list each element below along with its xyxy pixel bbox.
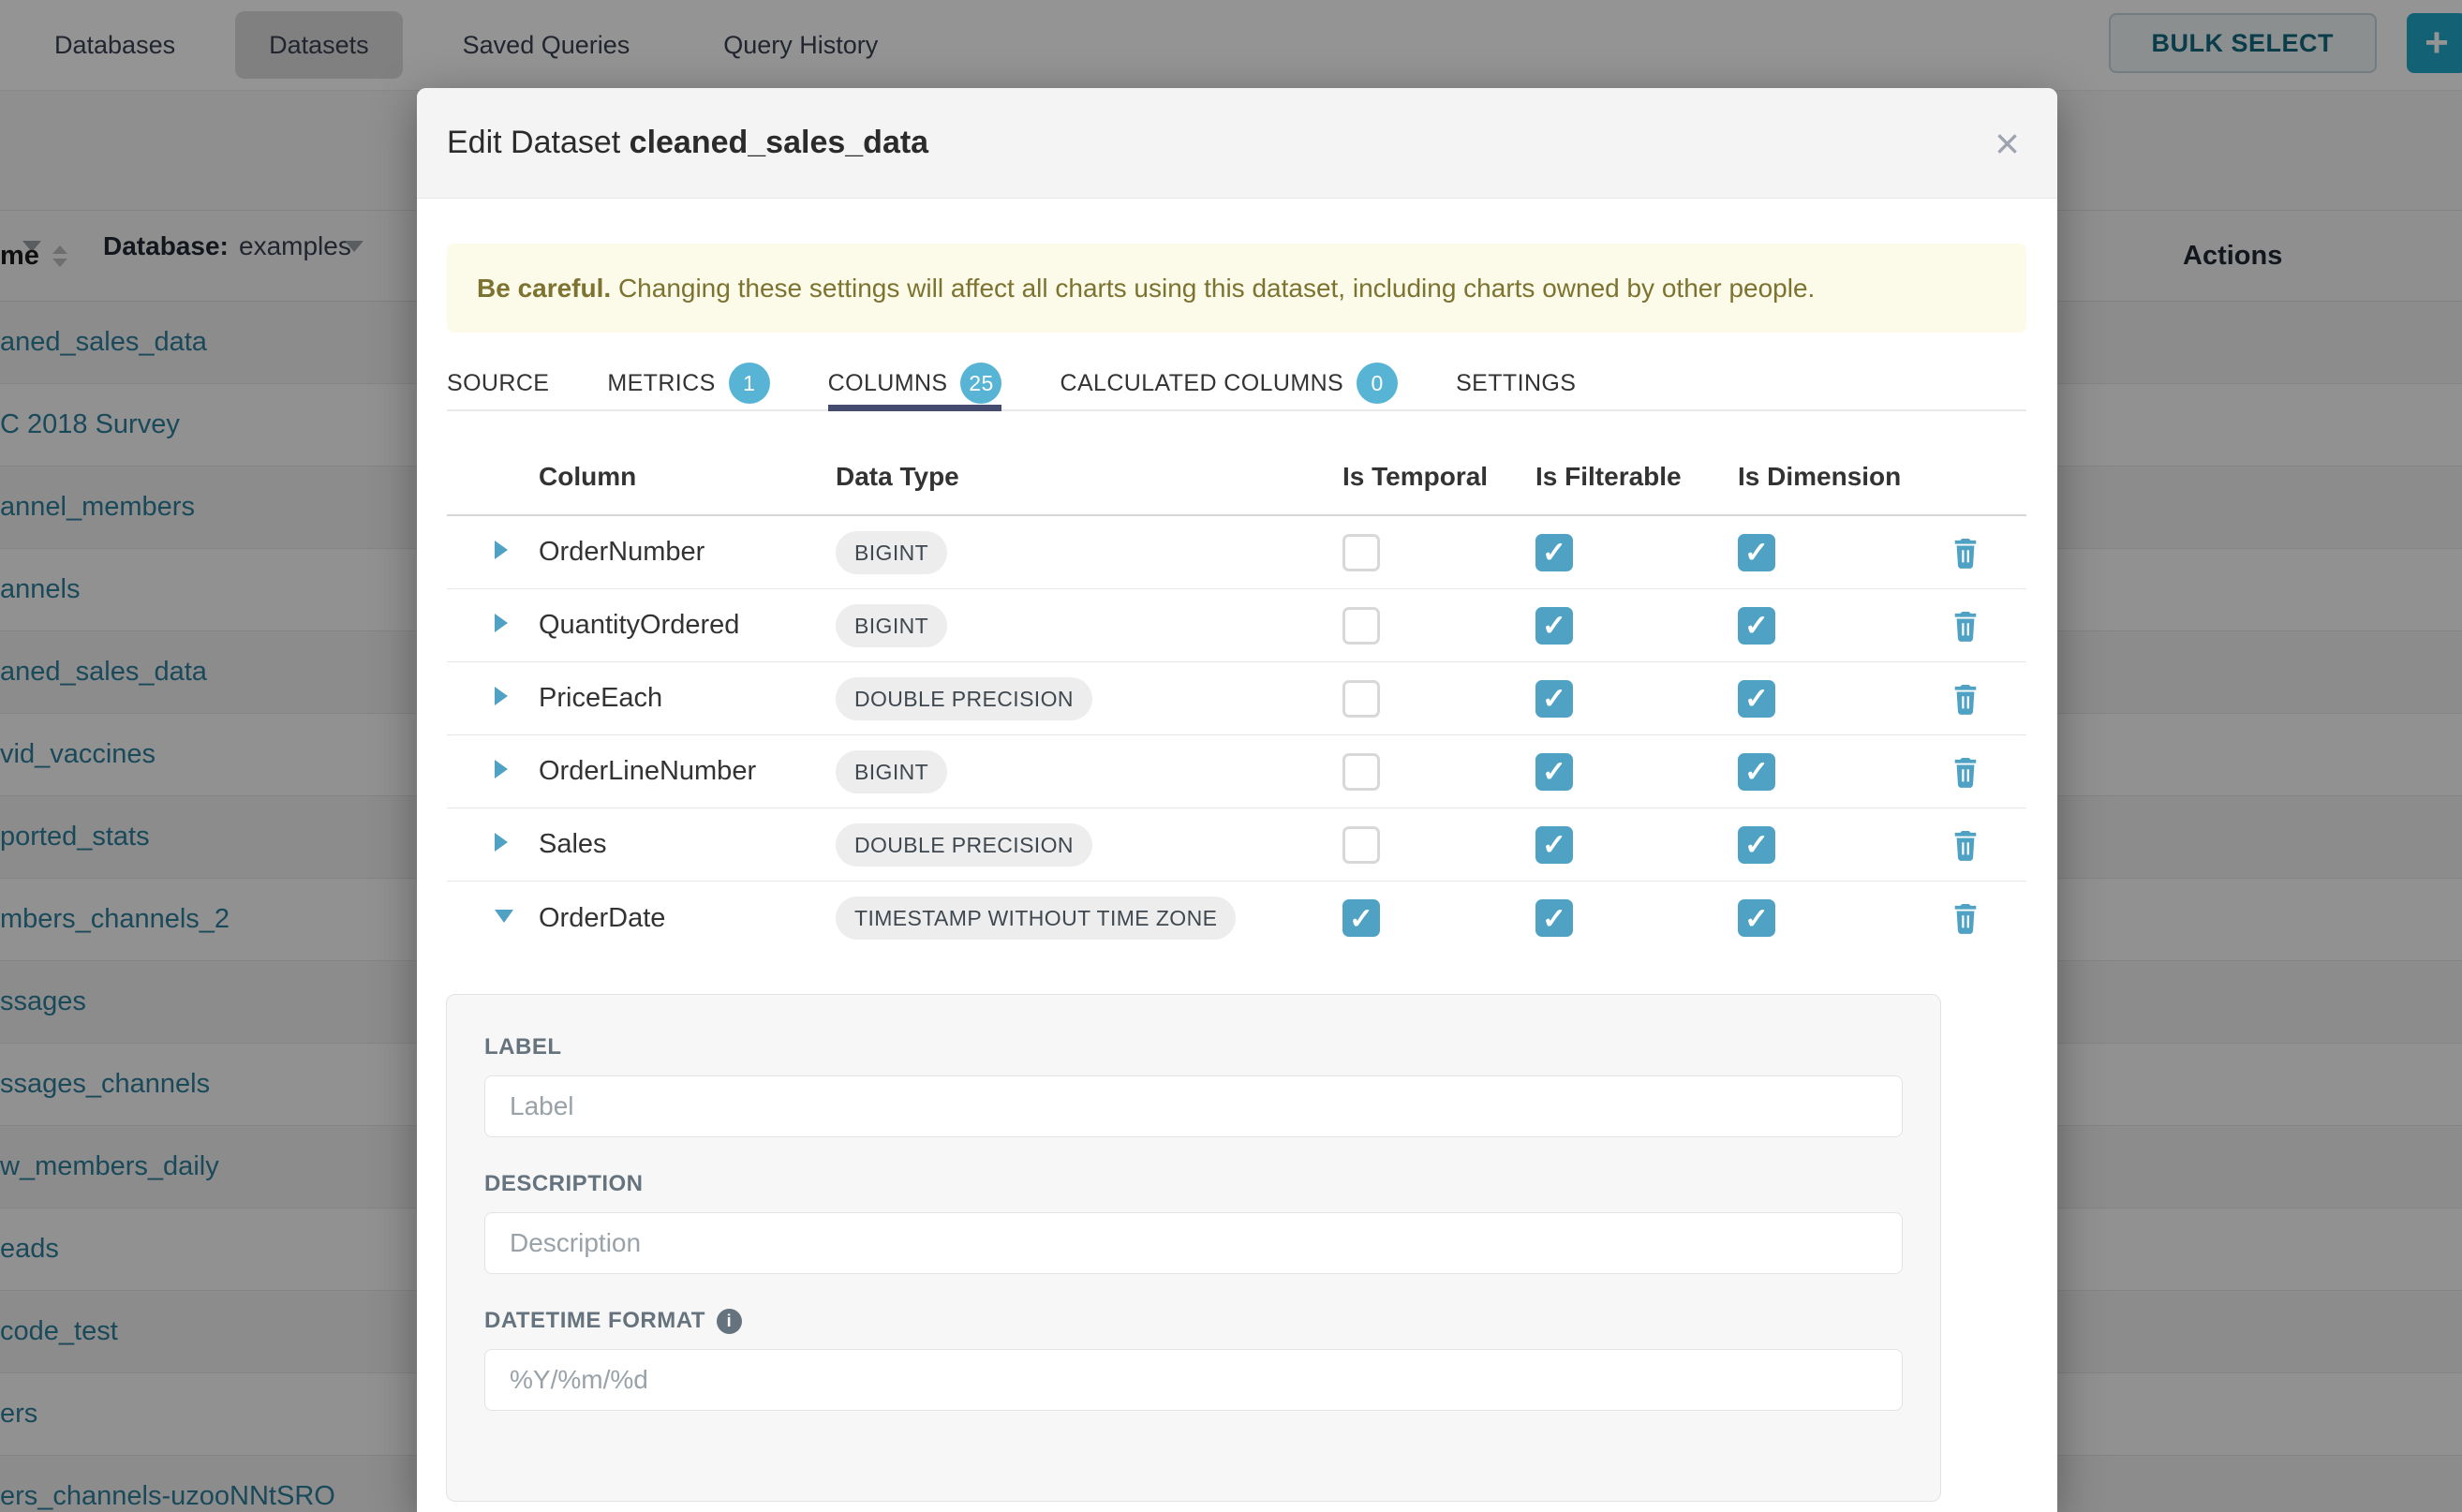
is-filterable-checkbox[interactable] (1535, 607, 1573, 645)
column-name: OrderDate (539, 903, 836, 934)
is-filterable-checkbox[interactable] (1535, 534, 1573, 571)
column-name: PriceEach (539, 683, 836, 714)
is-filterable-checkbox[interactable] (1535, 826, 1573, 864)
expand-caret-icon[interactable] (495, 541, 508, 559)
header-column: Column (539, 462, 836, 492)
data-type-pill: BIGINT (836, 750, 947, 793)
tab-columns[interactable]: COLUMNS25 (828, 357, 1002, 409)
column-name: OrderNumber (539, 537, 836, 568)
description-field-label: DESCRIPTION (484, 1171, 1903, 1197)
data-type-pill: DOUBLE PRECISION (836, 677, 1092, 720)
trash-icon[interactable] (1951, 609, 2026, 643)
data-type-pill: TIMESTAMP WITHOUT TIME ZONE (836, 897, 1236, 940)
info-icon[interactable]: i (717, 1309, 742, 1334)
tab-metrics[interactable]: METRICS1 (607, 357, 769, 409)
metrics-count-badge: 1 (729, 363, 770, 404)
column-row: Sales DOUBLE PRECISION (447, 808, 2026, 882)
expand-caret-icon[interactable] (495, 833, 508, 852)
expand-caret-icon[interactable] (495, 760, 508, 778)
description-field[interactable] (484, 1212, 1903, 1274)
modal-tabs: SOURCE METRICS1 COLUMNS25 CALCULATED COL… (447, 357, 2026, 411)
data-type-pill: BIGINT (836, 604, 947, 647)
column-name: OrderLineNumber (539, 756, 836, 787)
datetime-format-field[interactable] (484, 1349, 1903, 1411)
is-temporal-checkbox[interactable] (1342, 680, 1380, 718)
warning-banner: Be careful. Changing these settings will… (447, 244, 2026, 333)
column-row: OrderNumber BIGINT (447, 516, 2026, 589)
is-dimension-checkbox[interactable] (1738, 753, 1775, 791)
column-row: OrderLineNumber BIGINT (447, 735, 2026, 808)
trash-icon[interactable] (1951, 828, 2026, 862)
is-temporal-checkbox[interactable] (1342, 607, 1380, 645)
tab-calculated-columns[interactable]: CALCULATED COLUMNS0 (1060, 357, 1398, 409)
header-is-temporal: Is Temporal (1342, 462, 1535, 492)
screen: Databases Datasets Saved Queries Query H… (0, 0, 2462, 1512)
label-field[interactable] (484, 1075, 1903, 1137)
expand-caret-icon[interactable] (495, 614, 508, 632)
dataset-name: cleaned_sales_data (630, 125, 928, 160)
warning-bold: Be careful. (477, 274, 611, 303)
column-row-expanded: OrderDate TIMESTAMP WITHOUT TIME ZONE (447, 882, 2026, 955)
is-dimension-checkbox[interactable] (1738, 899, 1775, 937)
modal-body: Be careful. Changing these settings will… (417, 199, 2057, 1502)
columns-table-header: Column Data Type Is Temporal Is Filterab… (447, 462, 2026, 516)
columns-table: Column Data Type Is Temporal Is Filterab… (447, 462, 2026, 955)
is-filterable-checkbox[interactable] (1535, 899, 1573, 937)
data-type-pill: BIGINT (836, 531, 947, 574)
is-dimension-checkbox[interactable] (1738, 534, 1775, 571)
is-dimension-checkbox[interactable] (1738, 826, 1775, 864)
trash-icon[interactable] (1951, 536, 2026, 570)
is-temporal-checkbox[interactable] (1342, 753, 1380, 791)
is-temporal-checkbox[interactable] (1342, 899, 1380, 937)
columns-count-badge: 25 (960, 363, 1001, 404)
is-temporal-checkbox[interactable] (1342, 534, 1380, 571)
collapse-caret-icon[interactable] (495, 910, 513, 923)
header-data-type: Data Type (836, 462, 1342, 492)
calculated-columns-count-badge: 0 (1357, 363, 1398, 404)
is-dimension-checkbox[interactable] (1738, 680, 1775, 718)
column-name: Sales (539, 829, 836, 860)
is-filterable-checkbox[interactable] (1535, 680, 1573, 718)
column-detail-panel: LABEL DESCRIPTION DATETIME FORMAT i (446, 994, 1941, 1502)
data-type-pill: DOUBLE PRECISION (836, 823, 1092, 867)
datetime-format-field-label: DATETIME FORMAT i (484, 1308, 1903, 1334)
trash-icon[interactable] (1951, 755, 2026, 789)
header-is-filterable: Is Filterable (1535, 462, 1738, 492)
is-dimension-checkbox[interactable] (1738, 607, 1775, 645)
tab-source[interactable]: SOURCE (447, 357, 549, 409)
trash-icon[interactable] (1951, 901, 2026, 935)
warning-text: Changing these settings will affect all … (611, 274, 1815, 303)
trash-icon[interactable] (1951, 682, 2026, 716)
tab-settings[interactable]: SETTINGS (1456, 357, 1576, 409)
modal-title: Edit Dataset cleaned_sales_data (447, 125, 928, 161)
column-name: QuantityOrdered (539, 610, 836, 641)
expand-caret-icon[interactable] (495, 687, 508, 705)
column-row: PriceEach DOUBLE PRECISION (447, 662, 2026, 735)
column-row: QuantityOrdered BIGINT (447, 589, 2026, 662)
header-is-dimension: Is Dimension (1738, 462, 1951, 492)
is-temporal-checkbox[interactable] (1342, 826, 1380, 864)
edit-dataset-modal: Edit Dataset cleaned_sales_data × Be car… (417, 88, 2057, 1512)
is-filterable-checkbox[interactable] (1535, 753, 1573, 791)
label-field-label: LABEL (484, 1034, 1903, 1060)
close-icon[interactable]: × (1995, 122, 2020, 165)
modal-header: Edit Dataset cleaned_sales_data × (417, 88, 2057, 199)
